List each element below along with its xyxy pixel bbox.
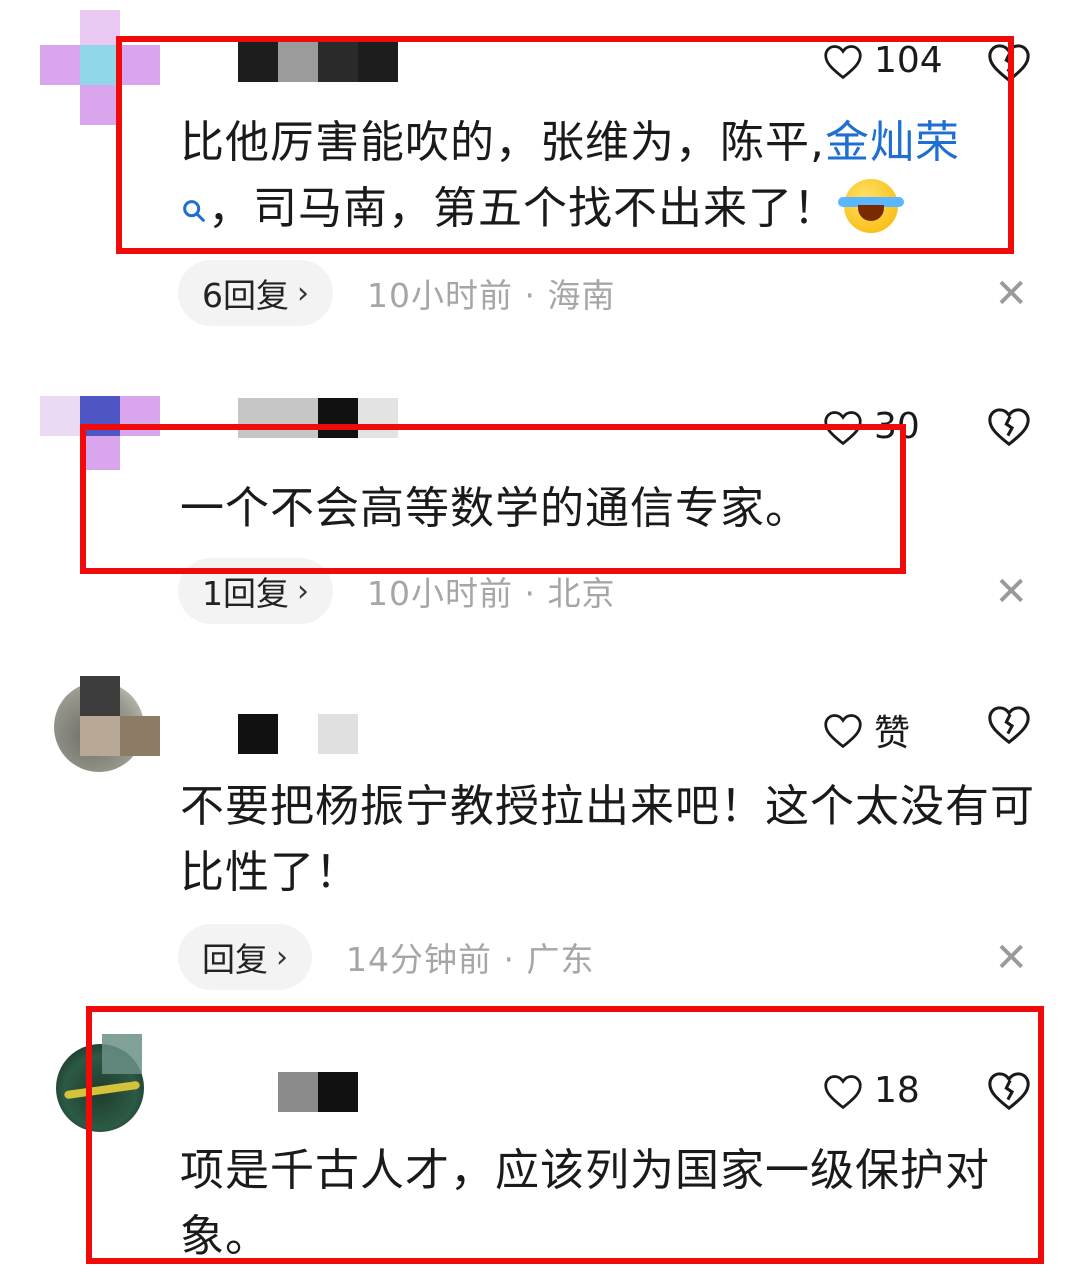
like-count: 104 <box>874 40 943 81</box>
comment-text: 比他厉害能吹的，张维为，陈平,金灿荣 ，司马南，第五个找不出来了！ <box>180 117 960 234</box>
broken-heart-icon[interactable] <box>986 404 1032 448</box>
like-button[interactable]: 30 <box>822 406 920 447</box>
close-icon[interactable]: ✕ <box>994 938 1028 978</box>
broken-heart-icon[interactable] <box>986 702 1032 746</box>
username-mosaic[interactable] <box>238 714 358 754</box>
like-button[interactable]: 赞 <box>822 704 910 756</box>
like-button[interactable]: 104 <box>822 40 943 81</box>
comment-meta: 回复 › 14分钟前 · 广东 <box>178 924 594 990</box>
heart-outline-icon <box>824 44 862 79</box>
heart-outline-icon <box>824 714 862 749</box>
timestamp-location: 10小时前 · 海南 <box>367 276 616 315</box>
close-icon[interactable]: ✕ <box>994 274 1028 314</box>
avatar[interactable] <box>40 10 160 130</box>
comment-meta: 6回复 › 10小时前 · 海南 <box>178 260 615 326</box>
comment-meta: 1回复 › 10小时前 · 北京 <box>178 558 615 624</box>
laughing-tears-emoji <box>838 179 904 233</box>
chevron-right-icon: › <box>276 939 288 975</box>
comment-text: 一个不会高等数学的通信专家。 <box>180 483 810 534</box>
username-mosaic[interactable] <box>238 398 398 438</box>
search-icon[interactable] <box>180 197 208 225</box>
like-button[interactable]: 18 <box>822 1070 920 1111</box>
comment-text: 不要把杨振宁教授拉出来吧！这个太没有可比性了！ <box>180 781 1035 898</box>
like-count: 18 <box>874 1070 920 1111</box>
keyword-link[interactable]: 金灿荣 <box>825 117 960 168</box>
broken-heart-icon[interactable] <box>986 40 1032 84</box>
like-count: 赞 <box>874 713 911 754</box>
timestamp-location: 14分钟前 · 广东 <box>346 940 595 979</box>
broken-heart-icon[interactable] <box>986 1068 1032 1112</box>
timestamp-location: 10小时前 · 北京 <box>367 574 616 613</box>
reply-button[interactable]: 6回复 › <box>178 260 333 326</box>
chevron-right-icon: › <box>297 573 309 609</box>
like-count: 30 <box>874 406 920 447</box>
avatar[interactable] <box>54 676 166 772</box>
close-icon[interactable]: ✕ <box>994 572 1028 612</box>
chevron-right-icon: › <box>297 275 309 311</box>
reply-button[interactable]: 1回复 › <box>178 558 333 624</box>
avatar[interactable] <box>56 1034 156 1134</box>
comment-text: 项是千古人才，应该列为国家一级保护对象。 <box>180 1145 990 1262</box>
reply-button[interactable]: 回复 › <box>178 924 312 990</box>
avatar[interactable] <box>40 396 160 516</box>
heart-outline-icon <box>824 1074 862 1109</box>
username-mosaic[interactable] <box>238 42 398 82</box>
username-mosaic[interactable] <box>278 1072 358 1112</box>
heart-outline-icon <box>824 410 862 445</box>
